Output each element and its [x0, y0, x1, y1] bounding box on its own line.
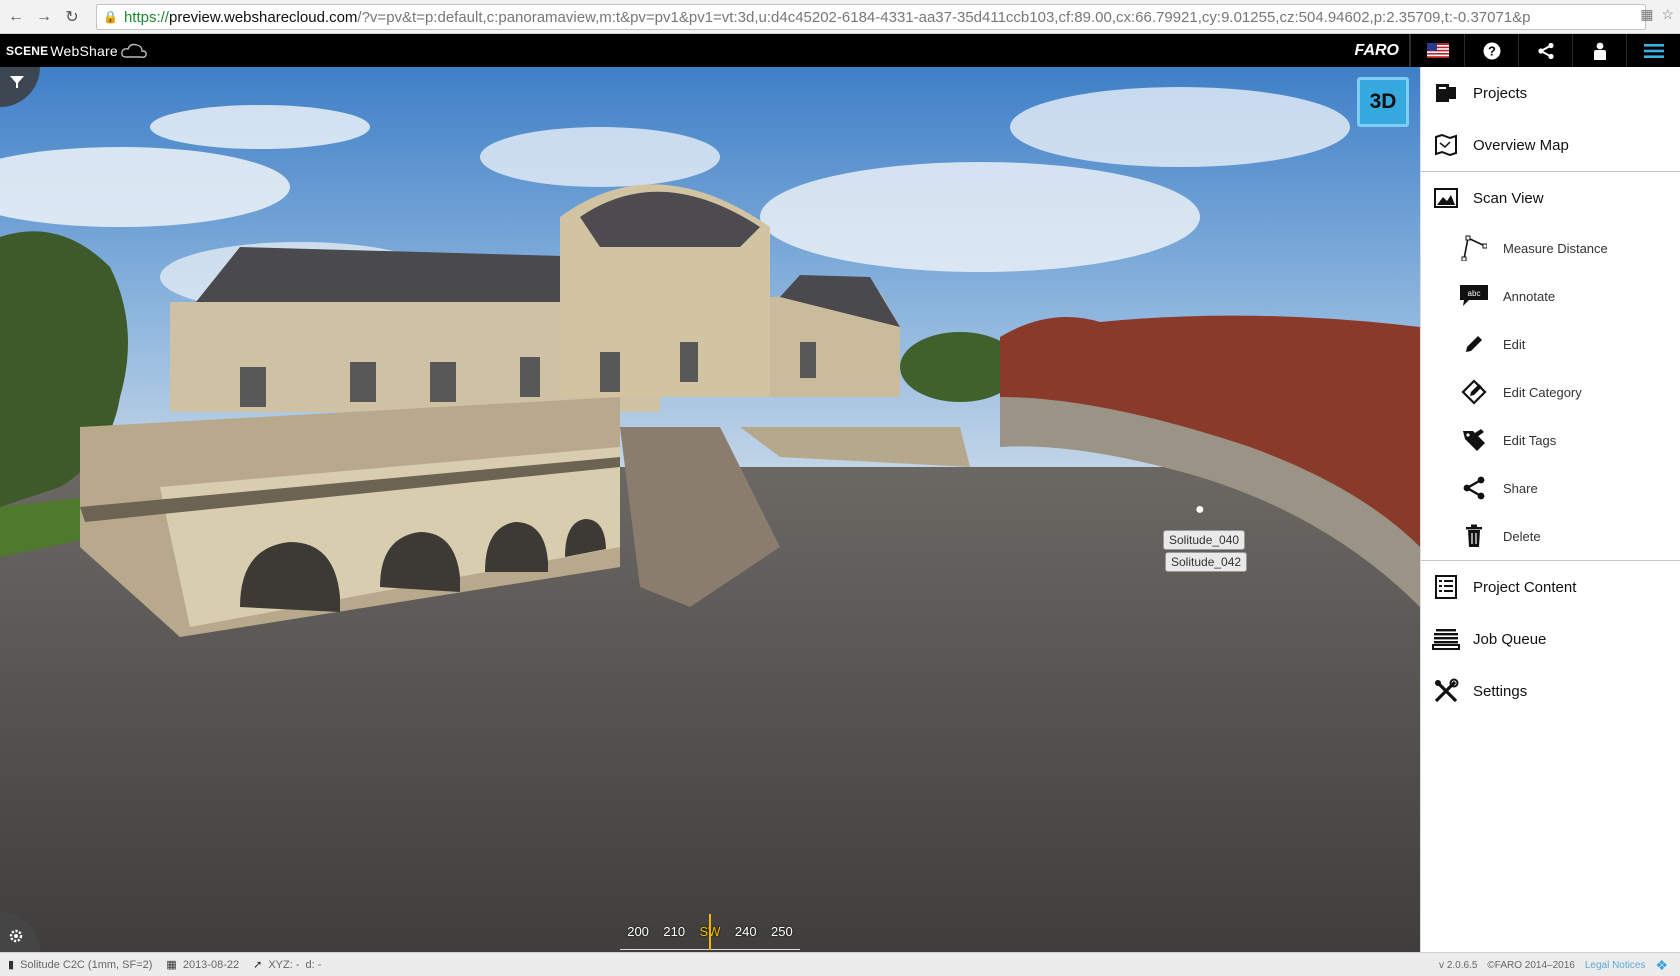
translate-icon[interactable]: ▦ [1640, 6, 1653, 23]
tool-label: Measure Distance [1503, 240, 1608, 256]
hamburger-menu-icon[interactable] [1626, 34, 1680, 67]
menu-item-job-queue[interactable]: Job Queue [1421, 613, 1680, 665]
scan-label-solitude-040[interactable]: Solitude_040 [1163, 530, 1246, 550]
tool-label: Share [1503, 480, 1538, 496]
gear-icon [9, 929, 23, 943]
map-icon [1431, 132, 1461, 158]
back-icon[interactable]: ← [4, 5, 28, 29]
tool-label: Annotate [1503, 288, 1556, 304]
menu-label: Job Queue [1473, 630, 1547, 648]
url-host: preview.websharecloud.com [168, 8, 358, 26]
measure-distance-icon [1459, 235, 1489, 261]
tool-delete[interactable]: Delete [1421, 512, 1680, 560]
app-version: v 2.0.6.5 [1439, 960, 1478, 971]
point-cloud-scene[interactable] [0, 67, 1420, 952]
menu-item-scan-view[interactable]: Scan View [1421, 172, 1680, 224]
scan-location-pin-icon[interactable]: ● [1195, 501, 1205, 519]
brand-scene-text: SCENE [6, 43, 49, 58]
tool-measure-distance[interactable]: Measure Distance [1421, 224, 1680, 272]
scan-icon: ▮ [8, 959, 15, 971]
app-logo: SCENE WebShare [6, 42, 148, 60]
side-menu: Projects Overview Map Scan View Measure … [1420, 67, 1680, 952]
brand-webshare-text: WebShare [50, 42, 118, 59]
compass-tick-label: 210 [663, 924, 686, 939]
view-mode-3d-button[interactable]: 3D [1357, 77, 1409, 127]
lock-icon: 🔒 [103, 10, 118, 24]
compass-tick-label: 200 [627, 924, 649, 939]
tool-edit-category[interactable]: Edit Category [1421, 368, 1680, 416]
bookmark-star-icon[interactable]: ☆ [1661, 6, 1674, 23]
tools-wrench-icon [1431, 678, 1461, 704]
tool-edit-tags[interactable]: Edit Tags [1421, 416, 1680, 464]
menu-item-overview-map[interactable]: Overview Map [1421, 119, 1680, 171]
compass-strip[interactable]: 200 210 SW 240 250 [620, 912, 800, 952]
pencil-icon [1459, 331, 1489, 357]
twitter-icon[interactable]: ❖ [1655, 957, 1668, 974]
project-content-icon [1431, 574, 1461, 600]
tool-label: Edit Tags [1503, 432, 1557, 448]
annotate-icon: abc [1459, 283, 1489, 309]
copyright: ©FARO 2014–2016 [1487, 960, 1575, 971]
calendar-icon: ▦ [166, 959, 177, 971]
menu-item-projects[interactable]: Projects [1421, 67, 1680, 119]
edit-tags-icon [1459, 427, 1489, 453]
trash-icon [1459, 523, 1489, 549]
app-top-bar: SCENE WebShare FARO ? [0, 34, 1680, 67]
status-xyz: XYZ: - [268, 958, 300, 971]
status-scan-name: Solitude C2C (1mm, SF=2) [20, 958, 153, 971]
tool-label: Delete [1503, 528, 1541, 544]
compass-tick-label: 240 [734, 924, 757, 939]
address-bar[interactable]: 🔒 https://preview.websharecloud.com/?v=p… [96, 4, 1646, 30]
tool-edit[interactable]: Edit [1421, 320, 1680, 368]
cloud-icon [120, 43, 147, 58]
scan-label-solitude-042[interactable]: Solitude_042 [1165, 552, 1248, 572]
faro-logo: FARO [1345, 34, 1410, 67]
tool-annotate[interactable]: abc Annotate [1421, 272, 1680, 320]
edit-category-icon [1459, 379, 1489, 405]
menu-label: Projects [1473, 84, 1528, 102]
compass-needle [709, 914, 711, 950]
menu-label: Scan View [1473, 189, 1544, 207]
tool-share[interactable]: Share [1421, 464, 1680, 512]
url-path: /?v=pv&t=p:default,c:panoramaview,m:t&pv… [357, 8, 1531, 26]
projects-icon [1431, 80, 1461, 106]
job-queue-icon [1431, 626, 1461, 652]
menu-label: Project Content [1473, 578, 1577, 596]
language-flag-icon[interactable] [1410, 34, 1464, 67]
compass-tick-label: 250 [771, 924, 793, 939]
forward-icon[interactable]: → [32, 5, 56, 29]
menu-label: Overview Map [1473, 136, 1569, 154]
legal-notices-link[interactable]: Legal Notices [1585, 960, 1646, 971]
tool-label: Edit [1503, 336, 1526, 352]
user-icon[interactable] [1572, 34, 1626, 67]
scan-view-icon [1431, 185, 1461, 211]
pin-icon: ➚ [253, 959, 263, 971]
menu-item-settings[interactable]: Settings [1421, 665, 1680, 717]
svg-text:?: ? [1488, 43, 1496, 58]
help-icon[interactable]: ? [1464, 34, 1518, 67]
svg-text:abc: abc [1468, 289, 1481, 298]
share-icon[interactable] [1518, 34, 1572, 67]
status-bar: ▮ Solitude C2C (1mm, SF=2) ▦ 2013-08-22 … [0, 952, 1680, 976]
menu-label: Settings [1473, 682, 1528, 700]
share-icon [1459, 475, 1489, 501]
filter-icon [10, 76, 24, 88]
panorama-viewer[interactable]: 3D ● Solitude_040 Solitude_042 200 210 S… [0, 67, 1420, 952]
reload-icon[interactable]: ↻ [60, 5, 84, 29]
status-distance: d: - [305, 958, 322, 971]
status-date: 2013-08-22 [182, 958, 240, 971]
browser-toolbar: ← → ↻ 🔒 https://preview.websharecloud.co… [0, 0, 1680, 34]
url-scheme: https:// [123, 8, 169, 26]
tool-label: Edit Category [1503, 384, 1582, 400]
menu-item-project-content[interactable]: Project Content [1421, 561, 1680, 613]
